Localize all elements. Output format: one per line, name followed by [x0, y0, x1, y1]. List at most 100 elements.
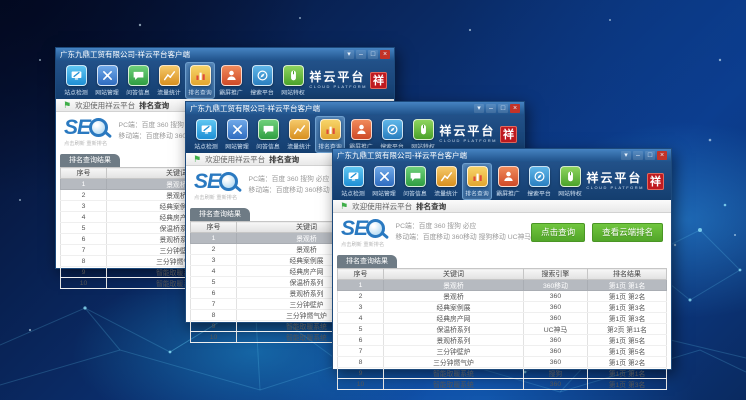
column-header-1[interactable]: 关键词	[384, 269, 524, 280]
toolbar-item-traffic-stats[interactable]: 流量统计	[154, 62, 184, 99]
row-no[interactable]: 8	[61, 256, 107, 267]
toolbar-item-search-platform[interactable]: 搜索平台	[247, 62, 277, 99]
toolbar-item-screen-promo[interactable]: 霸屏推广	[493, 163, 523, 200]
window-minimize-button[interactable]: –	[633, 151, 643, 160]
window-titlebar[interactable]: 广东九鼎工贸有限公司-祥云平台客户端 ▾ – □ ×	[333, 149, 671, 162]
toolbar-item-rank-query[interactable]: 排名查询	[462, 163, 492, 200]
toolbar-item-qa-info[interactable]: 问答信息	[400, 163, 430, 200]
toolbar-item-site-check[interactable]: 站点检测	[338, 163, 368, 200]
row-keyword[interactable]: 三分钟燃气炉	[384, 357, 524, 368]
row-keyword[interactable]: 智能取暖系统	[384, 368, 524, 379]
row-engine[interactable]: 360	[523, 291, 587, 302]
row-engine[interactable]: 360	[523, 313, 587, 324]
row-engine[interactable]: 360	[523, 335, 587, 346]
tab-rank-results[interactable]: 排名查询结果	[190, 208, 250, 221]
row-no[interactable]: 1	[338, 280, 384, 291]
toolbar-item-rank-query[interactable]: 排名查询	[315, 116, 345, 153]
row-no[interactable]: 5	[191, 277, 237, 288]
row-no[interactable]: 2	[338, 291, 384, 302]
row-rank[interactable]: 第1页 第2名	[588, 357, 667, 368]
row-no[interactable]: 10	[61, 278, 107, 289]
row-no[interactable]: 7	[191, 299, 237, 310]
row-no[interactable]: 7	[61, 245, 107, 256]
toolbar-item-site-manage[interactable]: 网站管理	[369, 163, 399, 200]
toolbar-item-traffic-stats[interactable]: 流量统计	[284, 116, 314, 153]
window-maximize-button[interactable]: □	[498, 104, 508, 113]
row-rank[interactable]: 第1页 第1名	[588, 280, 667, 291]
row-no[interactable]: 9	[338, 368, 384, 379]
table-row[interactable]: 10智能取暖系统360第1页 第3名	[338, 379, 667, 390]
toolbar-item-screen-promo[interactable]: 霸屏推广	[346, 116, 376, 153]
row-rank[interactable]: 第1页 第5名	[588, 335, 667, 346]
row-no[interactable]: 9	[191, 321, 237, 332]
row-no[interactable]: 3	[338, 302, 384, 313]
toolbar-item-site-privilege[interactable]: 网站特权	[278, 62, 308, 99]
toolbar-item-qa-info[interactable]: 问答信息	[123, 62, 153, 99]
row-no[interactable]: 5	[61, 223, 107, 234]
table-row[interactable]: 5保温桥系列UC神马第2页 第11名	[338, 324, 667, 335]
toolbar-item-qa-info[interactable]: 问答信息	[253, 116, 283, 153]
row-no[interactable]: 8	[191, 310, 237, 321]
view-cloud-rank-button[interactable]: 查看云端排名	[592, 223, 663, 242]
row-engine[interactable]: 360	[523, 346, 587, 357]
row-keyword[interactable]: 智能取暖系统	[384, 379, 524, 390]
row-rank[interactable]: 第1页 第3名	[588, 313, 667, 324]
row-no[interactable]: 9	[61, 267, 107, 278]
column-header-0[interactable]: 序号	[191, 222, 237, 233]
row-no[interactable]: 4	[61, 212, 107, 223]
row-rank[interactable]: 第1页 第1名	[588, 368, 667, 379]
row-no[interactable]: 10	[191, 332, 237, 343]
row-engine[interactable]: 搜狗	[523, 368, 587, 379]
toolbar-item-rank-query[interactable]: 排名查询	[185, 62, 215, 99]
row-rank[interactable]: 第1页 第3名	[588, 302, 667, 313]
window-close-button[interactable]: ×	[657, 151, 667, 160]
table-row[interactable]: 3经典案例展360第1页 第3名	[338, 302, 667, 313]
window-titlebar[interactable]: 广东九鼎工贸有限公司-祥云平台客户端 ▾ – □ ×	[186, 102, 524, 115]
row-engine[interactable]: 360	[523, 379, 587, 390]
row-no[interactable]: 2	[191, 244, 237, 255]
row-no[interactable]: 6	[191, 288, 237, 299]
row-keyword[interactable]: 经典案例展	[384, 302, 524, 313]
table-row[interactable]: 2景观桥360第1页 第2名	[338, 291, 667, 302]
row-rank[interactable]: 第2页 第11名	[588, 324, 667, 335]
tab-rank-results[interactable]: 排名查询结果	[337, 255, 397, 268]
row-no[interactable]: 3	[191, 255, 237, 266]
row-no[interactable]: 1	[61, 179, 107, 190]
row-keyword[interactable]: 景观桥系列	[384, 335, 524, 346]
table-row[interactable]: 1景观桥360移动第1页 第1名	[338, 280, 667, 291]
row-engine[interactable]: 360移动	[523, 280, 587, 291]
row-keyword[interactable]: 景观桥	[384, 291, 524, 302]
row-engine[interactable]: UC神马	[523, 324, 587, 335]
window-close-button[interactable]: ×	[380, 50, 390, 59]
row-no[interactable]: 1	[191, 233, 237, 244]
table-row[interactable]: 6景观桥系列360第1页 第5名	[338, 335, 667, 346]
row-no[interactable]: 10	[338, 379, 384, 390]
row-keyword[interactable]: 保温桥系列	[384, 324, 524, 335]
row-no[interactable]: 2	[61, 190, 107, 201]
row-engine[interactable]: 360	[523, 302, 587, 313]
toolbar-item-site-check[interactable]: 站点检测	[61, 62, 91, 99]
row-no[interactable]: 5	[338, 324, 384, 335]
row-keyword[interactable]: 三分钟壁炉	[384, 346, 524, 357]
window-dropdown-button[interactable]: ▾	[621, 151, 631, 160]
toolbar-item-site-check[interactable]: 站点检测	[191, 116, 221, 153]
row-no[interactable]: 6	[338, 335, 384, 346]
window-close-button[interactable]: ×	[510, 104, 520, 113]
window-dropdown-button[interactable]: ▾	[474, 104, 484, 113]
row-no[interactable]: 4	[191, 266, 237, 277]
row-no[interactable]: 8	[338, 357, 384, 368]
table-row[interactable]: 4经典房产网360第1页 第3名	[338, 313, 667, 324]
column-header-3[interactable]: 排名结果	[588, 269, 667, 280]
row-rank[interactable]: 第1页 第2名	[588, 291, 667, 302]
row-keyword[interactable]: 景观桥	[384, 280, 524, 291]
toolbar-item-site-privilege[interactable]: 网站特权	[408, 116, 438, 153]
toolbar-item-screen-promo[interactable]: 霸屏推广	[216, 62, 246, 99]
column-header-2[interactable]: 搜索引擎	[523, 269, 587, 280]
row-no[interactable]: 3	[61, 201, 107, 212]
tab-rank-results[interactable]: 排名查询结果	[60, 154, 120, 167]
column-header-0[interactable]: 序号	[61, 168, 107, 179]
window-maximize-button[interactable]: □	[645, 151, 655, 160]
toolbar-item-site-manage[interactable]: 网站管理	[92, 62, 122, 99]
table-row[interactable]: 7三分钟壁炉360第1页 第5名	[338, 346, 667, 357]
window-minimize-button[interactable]: –	[486, 104, 496, 113]
